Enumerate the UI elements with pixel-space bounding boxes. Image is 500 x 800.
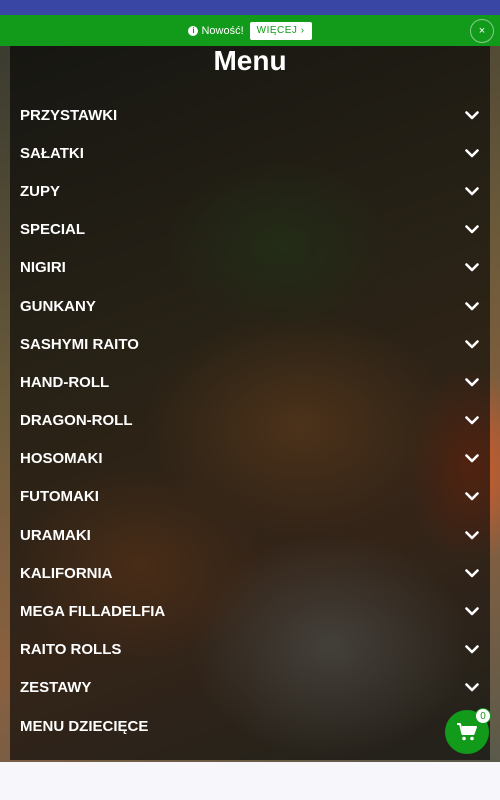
menu-category-item[interactable]: SPECIAL [10, 211, 490, 249]
menu-category-label: KALIFORNIA [20, 564, 113, 582]
menu-category-item[interactable]: DRAGON-ROLL [10, 402, 490, 440]
top-status-bar [0, 0, 500, 15]
page-title: Menu [213, 45, 287, 76]
cart-count-badge: 0 [475, 708, 491, 724]
category-menu: PRZYSTAWKI SAŁATKI ZUPY SPECIAL NIGIRI GUNKAN… [10, 96, 490, 745]
menu-category-item[interactable]: GUNKANY [10, 287, 490, 325]
menu-category-label: HAND-ROLL [20, 373, 110, 391]
menu-category-label: SAŁATKI [20, 144, 84, 162]
news-banner: i Nowość! WIĘCEJ › × [0, 15, 500, 46]
menu-category-label: URAMAKI [20, 526, 91, 544]
chevron-down-icon[interactable] [464, 565, 480, 581]
chevron-down-icon[interactable] [464, 222, 480, 238]
menu-category-label: SASHYMI RAITO [20, 335, 139, 353]
chevron-down-icon[interactable] [464, 604, 480, 620]
menu-category-label: ZUPY [20, 182, 61, 200]
chevron-down-icon[interactable] [464, 107, 480, 123]
menu-category-item[interactable]: MENU DZIECIĘCE [10, 707, 490, 745]
chevron-down-icon[interactable] [464, 374, 480, 390]
menu-category-label: HOSOMAKI [20, 450, 103, 468]
menu-category-label: NIGIRI [20, 259, 66, 277]
cart-button[interactable]: 0 [445, 708, 491, 754]
chevron-down-icon[interactable] [464, 413, 480, 429]
menu-category-item[interactable]: HOSOMAKI [10, 440, 490, 478]
menu-category-item[interactable]: PRZYSTAWKI [10, 96, 490, 134]
menu-category-item[interactable]: ZESTAWY [10, 669, 490, 707]
menu-category-item[interactable]: KALIFORNIA [10, 554, 490, 592]
menu-category-item[interactable]: HAND-ROLL [10, 363, 490, 401]
info-icon: i [188, 25, 199, 36]
menu-category-label: PRZYSTAWKI [20, 106, 118, 124]
chevron-down-icon[interactable] [464, 260, 480, 276]
more-button[interactable]: WIĘCEJ › [249, 21, 312, 40]
menu-category-label: MENU DZIECIĘCE [20, 717, 149, 735]
close-banner-button[interactable]: × [470, 19, 494, 43]
menu-category-item[interactable]: FUTOMAKI [10, 478, 490, 516]
chevron-down-icon[interactable] [464, 527, 480, 543]
menu-category-label: DRAGON-ROLL [20, 412, 133, 430]
chevron-down-icon[interactable] [464, 451, 480, 467]
menu-category-item[interactable]: URAMAKI [10, 516, 490, 554]
chevron-down-icon[interactable] [464, 298, 480, 314]
chevron-down-icon[interactable] [464, 642, 480, 658]
menu-category-label: RAITO ROLLS [20, 641, 122, 659]
chevron-down-icon[interactable] [464, 336, 480, 352]
menu-category-item[interactable]: MEGA FILLADELFIA [10, 592, 490, 630]
menu-category-label: ZESTAWY [20, 679, 92, 697]
menu-category-item[interactable]: SASHYMI RAITO [10, 325, 490, 363]
chevron-down-icon[interactable] [464, 680, 480, 696]
cart-icon [457, 723, 477, 741]
chevron-down-icon[interactable] [464, 145, 480, 161]
menu-category-label: FUTOMAKI [20, 488, 99, 506]
menu-category-label: SPECIAL [20, 221, 86, 239]
menu-category-label: MEGA FILLADELFIA [20, 603, 166, 621]
menu-category-item[interactable]: RAITO ROLLS [10, 631, 490, 669]
menu-category-item[interactable]: ZUPY [10, 172, 490, 210]
menu-category-item[interactable]: NIGIRI [10, 249, 490, 287]
chevron-down-icon[interactable] [464, 183, 480, 199]
page-footer [0, 762, 500, 800]
menu-category-label: GUNKANY [20, 297, 96, 315]
chevron-down-icon[interactable] [464, 489, 480, 505]
menu-category-item[interactable]: SAŁATKI [10, 134, 490, 172]
news-text: Nowość! [201, 24, 244, 37]
